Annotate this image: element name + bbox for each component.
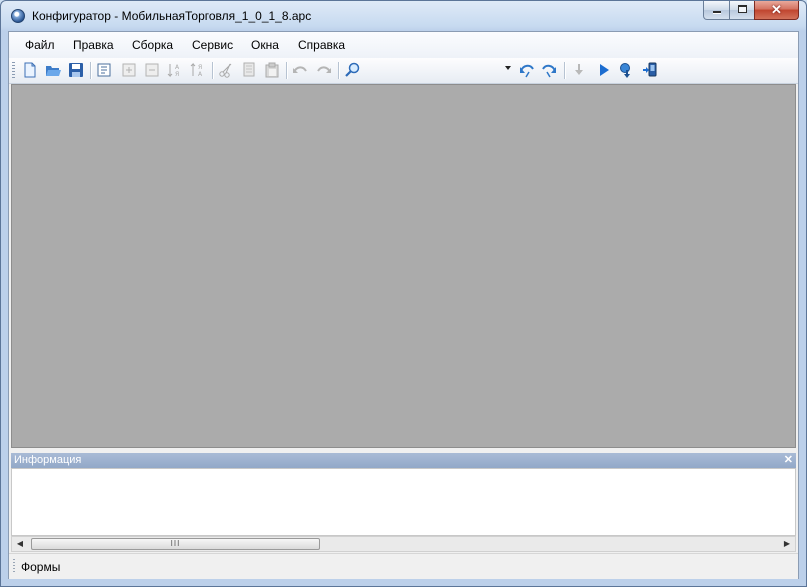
open-folder-icon[interactable]: [44, 61, 62, 79]
svg-text:Я: Я: [198, 64, 202, 71]
debug-icon[interactable]: [617, 61, 635, 79]
scroll-left-arrow-icon[interactable]: ◀: [12, 537, 28, 551]
scrollbar-thumb[interactable]: III: [31, 538, 320, 550]
scrollbar-grip-icon: III: [170, 539, 181, 548]
toolbar-separator: [338, 62, 340, 79]
menu-windows[interactable]: Окна: [251, 38, 279, 52]
svg-text:A: A: [198, 71, 203, 78]
download-icon[interactable]: [570, 61, 588, 79]
menu-help[interactable]: Справка: [298, 38, 345, 52]
minimize-icon: [713, 11, 721, 13]
menu-bar: Файл Правка Сборка Сервис Окна Справка: [9, 32, 798, 58]
status-grip-icon: [13, 559, 15, 574]
info-panel-close-icon[interactable]: ✕: [784, 453, 793, 466]
toolbar-separator: [286, 62, 288, 79]
info-panel-title: Информация: [14, 454, 82, 466]
mdi-workspace[interactable]: [11, 84, 796, 448]
toolbar: AЯ ЯA: [9, 58, 798, 84]
maximize-icon: [738, 5, 747, 13]
menu-build[interactable]: Сборка: [132, 38, 173, 52]
deploy-device-icon[interactable]: [641, 61, 659, 79]
toolbar-grip[interactable]: [12, 62, 15, 79]
toolbar-separator: [212, 62, 214, 79]
redo-icon[interactable]: [315, 61, 333, 79]
properties-icon[interactable]: [95, 61, 113, 79]
app-window: Конфигуратор - МобильнаяТорговля_1_0_1_8…: [0, 0, 807, 587]
horizontal-scrollbar[interactable]: ◀ III ▶: [11, 536, 796, 552]
info-panel-header: Информация ✕: [11, 453, 796, 468]
svg-text:A: A: [175, 64, 180, 71]
scroll-right-arrow-icon[interactable]: ▶: [779, 537, 795, 551]
new-document-icon[interactable]: [21, 61, 39, 79]
copy-icon[interactable]: [240, 61, 258, 79]
svg-text:Я: Я: [175, 71, 179, 78]
menu-edit[interactable]: Правка: [73, 38, 114, 52]
window-title: Конфигуратор - МобильнаяТорговля_1_0_1_8…: [32, 9, 312, 23]
combo-dropdown-icon[interactable]: [505, 66, 511, 70]
sort-descending-icon[interactable]: ЯA: [189, 61, 207, 79]
close-button[interactable]: ✕: [754, 1, 799, 20]
client-area: Файл Правка Сборка Сервис Окна Справка A…: [8, 31, 799, 579]
status-text: Формы: [21, 560, 61, 574]
app-globe-icon[interactable]: [11, 9, 25, 23]
menu-file[interactable]: Файл: [25, 38, 55, 52]
status-bar: Формы: [9, 553, 798, 579]
run-icon[interactable]: [595, 61, 613, 79]
paste-icon[interactable]: [263, 61, 281, 79]
info-panel-content[interactable]: [11, 468, 796, 536]
expand-icon[interactable]: [120, 61, 138, 79]
menu-service[interactable]: Сервис: [192, 38, 233, 52]
toolbar-separator: [90, 62, 92, 79]
close-icon: ✕: [771, 2, 782, 17]
find-icon[interactable]: [344, 61, 362, 79]
title-bar[interactable]: Конфигуратор - МобильнаяТорговля_1_0_1_8…: [1, 1, 806, 31]
sort-ascending-icon[interactable]: AЯ: [166, 61, 184, 79]
minimize-button[interactable]: [703, 1, 730, 20]
save-icon[interactable]: [67, 61, 85, 79]
find-next-icon[interactable]: [541, 61, 559, 79]
undo-icon[interactable]: [291, 61, 309, 79]
cut-icon[interactable]: [217, 61, 235, 79]
find-previous-icon[interactable]: [517, 61, 535, 79]
toolbar-separator: [564, 62, 566, 79]
maximize-button[interactable]: [729, 1, 755, 20]
collapse-icon[interactable]: [143, 61, 161, 79]
